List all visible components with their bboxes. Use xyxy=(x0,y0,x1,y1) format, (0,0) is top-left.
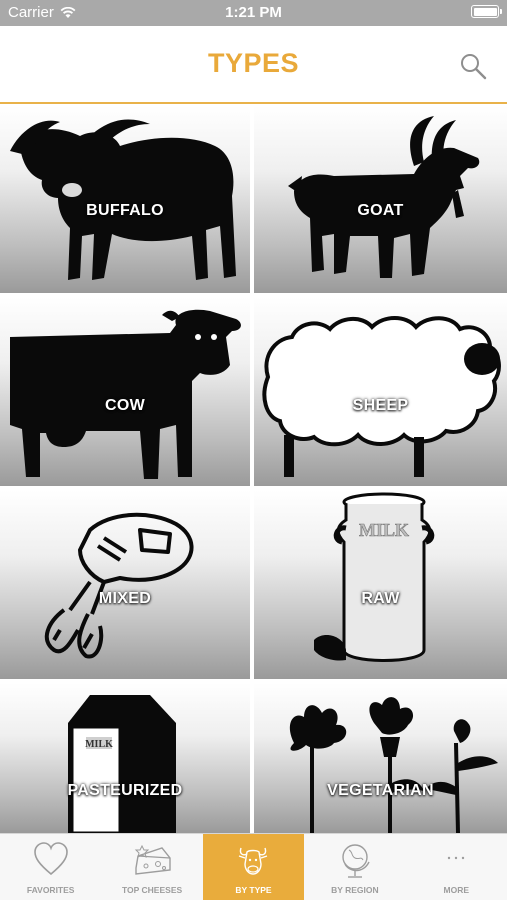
search-icon xyxy=(461,54,487,80)
tab-label: BY REGION xyxy=(331,885,379,895)
type-label: SHEEP xyxy=(352,397,409,414)
type-tile-pasteurized[interactable]: MILK PASTEURIZED xyxy=(0,683,250,833)
type-tile-raw[interactable]: MILK RAW xyxy=(254,490,507,679)
thistle-flowers-icon xyxy=(289,697,498,833)
type-label: BUFFALO xyxy=(86,202,164,219)
milk-can-text: MILK xyxy=(359,520,409,540)
tab-bar: FAVORITES TOP CHEESES BY TYPE BY REGION … xyxy=(0,833,507,900)
tab-label: MORE xyxy=(443,885,470,895)
globe-icon xyxy=(342,844,370,878)
tab-top-cheeses[interactable]: TOP CHEESES xyxy=(101,834,202,900)
hand-mixer-icon xyxy=(44,512,194,659)
type-label: GOAT xyxy=(357,202,404,219)
cow-icon xyxy=(10,309,241,479)
cow-head-icon xyxy=(239,847,268,875)
buffalo-icon xyxy=(10,119,236,280)
type-tile-vegetarian[interactable]: VEGETARIAN xyxy=(254,683,507,833)
tab-label: FAVORITES xyxy=(26,885,75,895)
tab-by-type[interactable]: BY TYPE xyxy=(202,834,305,900)
tab-more[interactable]: MORE xyxy=(406,834,507,900)
heart-icon xyxy=(33,842,68,876)
milk-carton-text: MILK xyxy=(85,739,113,750)
status-time: 1:21 PM xyxy=(225,4,282,21)
milk-can-icon: MILK xyxy=(314,492,435,662)
type-tile-mixed[interactable]: MIXED xyxy=(0,490,250,679)
nav-bar: TYPES xyxy=(0,26,507,104)
cheese-icon xyxy=(134,844,171,875)
type-tile-goat[interactable]: GOAT xyxy=(254,106,507,293)
milk-carton-icon: MILK xyxy=(68,695,176,833)
type-label: PASTEURIZED xyxy=(67,782,183,799)
type-tile-buffalo[interactable]: BUFFALO xyxy=(0,106,250,293)
tab-favorites[interactable]: FAVORITES xyxy=(0,834,101,900)
type-label: MIXED xyxy=(98,590,152,607)
type-label: RAW xyxy=(361,590,400,607)
type-tile-cow[interactable]: COW xyxy=(0,297,250,486)
battery-icon xyxy=(471,5,502,18)
page-title: TYPES xyxy=(207,48,300,78)
types-grid: BUFFALO GOAT COW SHEEP MIXED MILK RAW MI… xyxy=(0,106,507,833)
type-label: VEGETARIAN xyxy=(327,782,434,799)
more-dots-icon xyxy=(448,856,465,860)
type-tile-sheep[interactable]: SHEEP xyxy=(254,297,507,486)
tab-by-region[interactable]: BY REGION xyxy=(304,834,405,900)
status-bar: Carrier 1:21 PM xyxy=(0,0,507,26)
goat-icon xyxy=(288,116,480,278)
search-button[interactable] xyxy=(459,52,487,80)
tab-label: TOP CHEESES xyxy=(122,885,183,895)
tab-label: BY TYPE xyxy=(235,885,272,895)
sheep-icon xyxy=(262,316,501,477)
type-label: COW xyxy=(104,397,145,414)
